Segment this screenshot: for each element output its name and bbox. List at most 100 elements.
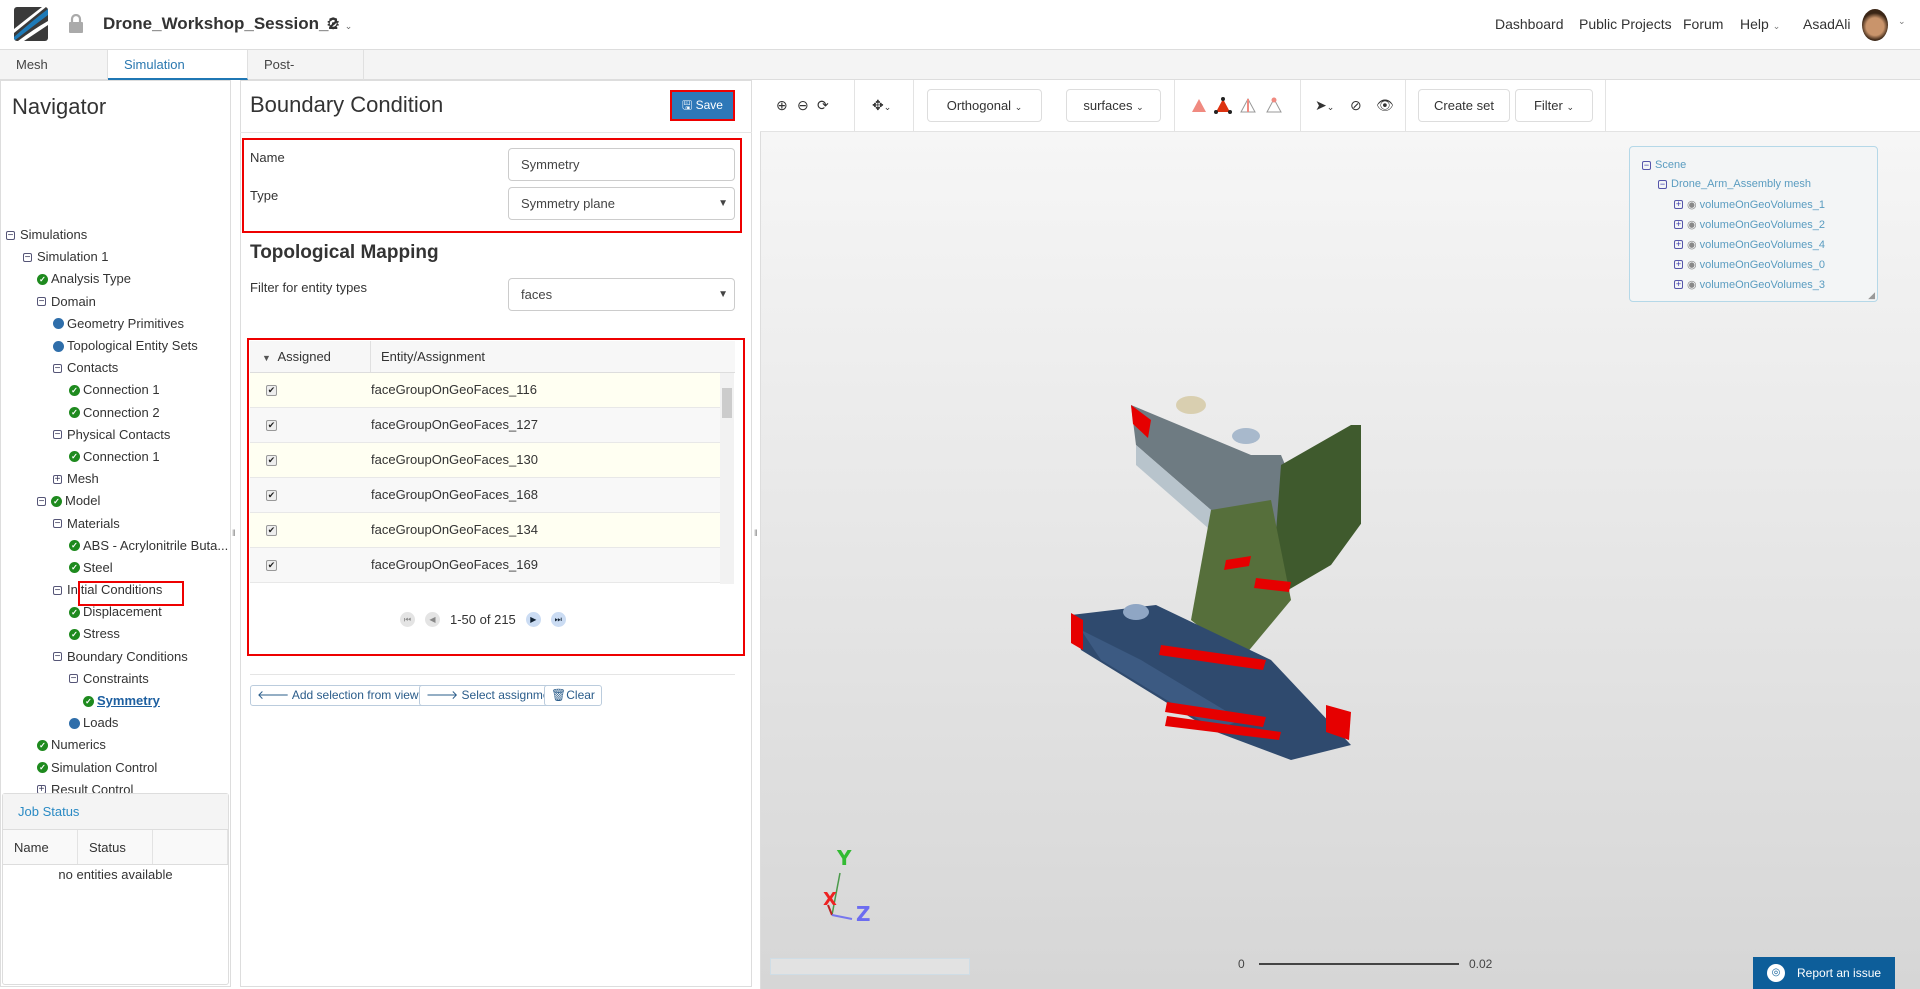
render-mode-dropdown[interactable]: surfaces ⌄ bbox=[1066, 89, 1161, 122]
visibility-eye-icon[interactable]: ◉ bbox=[1687, 238, 1697, 251]
project-settings-gear-icon[interactable]: ⚙ ⌄ bbox=[326, 14, 352, 34]
tree-item[interactable]: Loads bbox=[1, 712, 231, 734]
avatar[interactable] bbox=[1862, 9, 1888, 41]
clear-button[interactable]: 🗑Clear bbox=[544, 685, 602, 706]
empty-message: no entities available bbox=[58, 867, 173, 882]
tab-simulation-designer[interactable]: Simulation Designer bbox=[108, 50, 248, 102]
entity-type-filter-select[interactable]: faces ▼ bbox=[508, 278, 735, 311]
tree-item[interactable]: − Boundary Conditions bbox=[1, 646, 231, 668]
tree-item[interactable]: − Domain bbox=[1, 291, 231, 313]
show-eye-icon[interactable]: 👁 bbox=[1376, 97, 1394, 114]
check-circle-icon: ✓ bbox=[69, 606, 80, 618]
assigned-checkbox[interactable]: ✔ bbox=[266, 385, 277, 396]
table-row[interactable]: ✔ faceGroupOnGeoFaces_134 bbox=[250, 513, 720, 548]
visibility-eye-icon[interactable]: ◉ bbox=[1687, 258, 1697, 271]
tree-item[interactable]: − Constraints bbox=[1, 668, 231, 690]
scene-volume-item[interactable]: + ◉ volumeOnGeoVolumes_2 bbox=[1674, 218, 1825, 231]
check-circle-icon: ✓ bbox=[37, 762, 48, 774]
table-row[interactable]: ✔ faceGroupOnGeoFaces_130 bbox=[250, 443, 720, 478]
table-scrollbar[interactable] bbox=[720, 373, 734, 584]
assigned-checkbox[interactable]: ✔ bbox=[266, 525, 277, 536]
prev-page-icon[interactable]: ◀ bbox=[425, 611, 440, 627]
viewer-note-textarea[interactable] bbox=[770, 958, 970, 975]
assigned-checkbox[interactable]: ✔ bbox=[266, 490, 277, 501]
assigned-checkbox[interactable]: ✔ bbox=[266, 455, 277, 466]
tab-post-processor[interactable]: Post-Processor bbox=[248, 50, 364, 102]
zoom-in-icon[interactable]: ⊕ bbox=[776, 97, 788, 114]
resize-handle[interactable]: ◢ bbox=[1868, 290, 1875, 301]
table-row[interactable]: ✔ faceGroupOnGeoFaces_116 bbox=[250, 373, 720, 408]
chevron-down-icon[interactable]: ⌄ bbox=[1898, 16, 1906, 27]
tree-item[interactable]: ✓ Simulation Control bbox=[1, 757, 231, 779]
splitter-handle[interactable]: ‖ bbox=[232, 528, 236, 538]
tree-item[interactable]: ✓ Analysis Type bbox=[1, 268, 231, 290]
assigned-checkbox[interactable]: ✔ bbox=[266, 420, 277, 431]
arrow-left-icon: 🡐 bbox=[257, 688, 290, 702]
tab-mesh-creator[interactable]: Mesh Creator bbox=[0, 50, 108, 102]
add-selection-from-viewer-button[interactable]: 🡐 Add selection from viewer bbox=[250, 685, 437, 706]
tree-item[interactable]: − Physical Contacts bbox=[1, 424, 231, 446]
scene-root[interactable]: − Scene bbox=[1642, 159, 1686, 171]
tree-item[interactable]: − Simulations bbox=[1, 224, 231, 246]
tree-item[interactable]: − Contacts bbox=[1, 357, 231, 379]
tree-item[interactable]: ✓ Numerics bbox=[1, 734, 231, 756]
save-button[interactable]: 🖫 Save bbox=[670, 90, 735, 121]
name-input[interactable]: Symmetry bbox=[508, 148, 735, 181]
scene-volume-item[interactable]: + ◉ volumeOnGeoVolumes_3 bbox=[1674, 278, 1825, 291]
pan-move-icon[interactable]: ✥⌄ bbox=[872, 97, 891, 114]
tree-item[interactable]: ✓ Steel bbox=[1, 557, 231, 579]
tree-item[interactable]: ✓ ABS - Acrylonitrile Buta... bbox=[1, 535, 231, 557]
job-status-panel: Job Status Name Status no entities avail… bbox=[2, 793, 229, 985]
job-status-title[interactable]: Job Status bbox=[3, 794, 228, 830]
zoom-out-icon[interactable]: ⊖ bbox=[797, 97, 809, 114]
next-page-icon[interactable]: ▶ bbox=[525, 611, 541, 627]
tree-item[interactable]: ✓ Symmetry bbox=[1, 690, 231, 712]
save-icon: 🖫 bbox=[682, 98, 693, 112]
tree-item[interactable]: ✓ Stress bbox=[1, 623, 231, 645]
scene-mesh[interactable]: − Drone_Arm_Assembly mesh bbox=[1658, 178, 1811, 190]
scene-volume-item[interactable]: + ◉ volumeOnGeoVolumes_0 bbox=[1674, 258, 1825, 271]
first-page-icon[interactable]: ⏮ bbox=[400, 611, 415, 627]
filter-dropdown[interactable]: Filter ⌄ bbox=[1515, 89, 1593, 122]
tree-item[interactable]: + Mesh bbox=[1, 468, 231, 490]
visibility-eye-icon[interactable]: ◉ bbox=[1687, 218, 1697, 231]
nav-help[interactable]: Help ⌄ bbox=[1740, 16, 1780, 32]
table-row[interactable]: ✔ faceGroupOnGeoFaces_127 bbox=[250, 408, 720, 443]
tree-item[interactable]: Topological Entity Sets bbox=[1, 335, 231, 357]
tree-item[interactable]: Geometry Primitives bbox=[1, 313, 231, 335]
expand-icon: + bbox=[1674, 219, 1683, 229]
last-page-icon[interactable]: ⏭ bbox=[550, 611, 566, 627]
tree-item[interactable]: − ✓ Model bbox=[1, 490, 231, 512]
tree-item[interactable]: ✓ Connection 1 bbox=[1, 379, 231, 401]
visibility-eye-icon[interactable]: ◉ bbox=[1687, 198, 1697, 211]
assigned-checkbox[interactable]: ✔ bbox=[266, 560, 277, 571]
tree-item[interactable]: ✓ Connection 2 bbox=[1, 402, 231, 424]
pointer-select-icon[interactable]: ➤⌄ bbox=[1315, 97, 1334, 114]
nav-forum[interactable]: Forum bbox=[1683, 16, 1723, 32]
column-entity[interactable]: Entity/Assignment bbox=[371, 341, 485, 372]
user-name[interactable]: AsadAli bbox=[1803, 16, 1850, 32]
projection-dropdown[interactable]: Orthogonal ⌄ bbox=[927, 89, 1042, 122]
column-assigned[interactable]: ▼ Assigned bbox=[250, 341, 371, 372]
selection-mode-icons[interactable] bbox=[1190, 97, 1300, 117]
scene-volume-item[interactable]: + ◉ volumeOnGeoVolumes_1 bbox=[1674, 198, 1825, 211]
report-issue-button[interactable]: ◎ Report an issue bbox=[1753, 957, 1895, 989]
nav-public-projects[interactable]: Public Projects bbox=[1579, 16, 1672, 32]
splitter-handle[interactable]: ‖ bbox=[754, 528, 758, 538]
drone-arm-model[interactable] bbox=[1041, 360, 1361, 780]
tree-item[interactable]: − Materials bbox=[1, 512, 231, 534]
tree-item[interactable]: − Simulation 1 bbox=[1, 246, 231, 268]
visibility-eye-icon[interactable]: ◉ bbox=[1687, 278, 1697, 291]
incomplete-dot-icon bbox=[69, 717, 80, 729]
type-select[interactable]: Symmetry plane ▼ bbox=[508, 187, 735, 220]
tree-item[interactable]: ✓ Connection 1 bbox=[1, 446, 231, 468]
app-logo[interactable] bbox=[14, 7, 48, 41]
table-row[interactable]: ✔ faceGroupOnGeoFaces_169 bbox=[250, 548, 720, 583]
divider bbox=[854, 80, 855, 132]
nav-dashboard[interactable]: Dashboard bbox=[1495, 16, 1564, 32]
create-set-button[interactable]: Create set bbox=[1418, 89, 1510, 122]
hide-icon[interactable]: ⊘ bbox=[1350, 97, 1362, 114]
scene-volume-item[interactable]: + ◉ volumeOnGeoVolumes_4 bbox=[1674, 238, 1825, 251]
reset-view-icon[interactable]: ⟳ bbox=[817, 97, 829, 114]
table-row[interactable]: ✔ faceGroupOnGeoFaces_168 bbox=[250, 478, 720, 513]
